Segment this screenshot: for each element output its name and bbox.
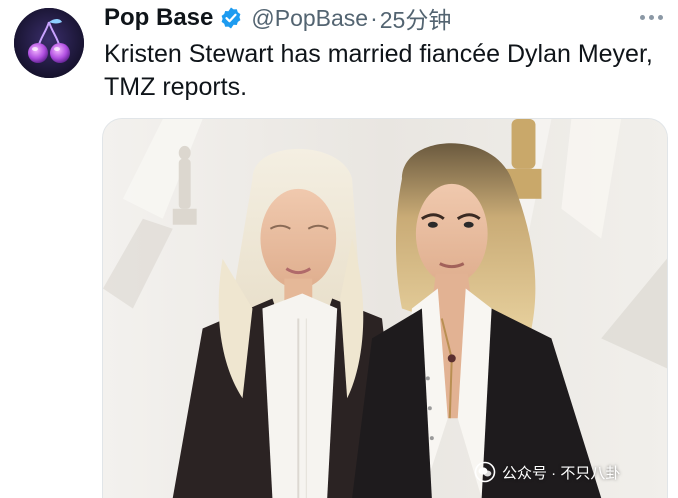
tweet[interactable]: Pop Base @PopBase · 25分钟 Kristen Stewart… bbox=[0, 0, 678, 498]
avatar[interactable] bbox=[14, 8, 84, 78]
display-name[interactable]: Pop Base bbox=[104, 4, 213, 32]
tweet-text: Kristen Stewart has married fiancée Dyla… bbox=[104, 40, 653, 101]
timestamp[interactable]: 25分钟 bbox=[380, 1, 452, 35]
tweet-header: Pop Base @PopBase · 25分钟 bbox=[104, 2, 451, 34]
separator-dot: · bbox=[370, 4, 378, 31]
tweet-photo[interactable] bbox=[102, 118, 668, 498]
watermark: 公众号 · 不只八卦 bbox=[474, 458, 620, 486]
watermark-text: 公众号 · 不只八卦 bbox=[502, 464, 621, 482]
more-options-icon[interactable] bbox=[636, 4, 666, 30]
wechat-logo-icon bbox=[474, 461, 496, 483]
verified-badge-icon bbox=[219, 6, 243, 30]
cherry-logo-icon bbox=[14, 8, 84, 78]
user-handle[interactable]: @PopBase bbox=[251, 5, 368, 32]
